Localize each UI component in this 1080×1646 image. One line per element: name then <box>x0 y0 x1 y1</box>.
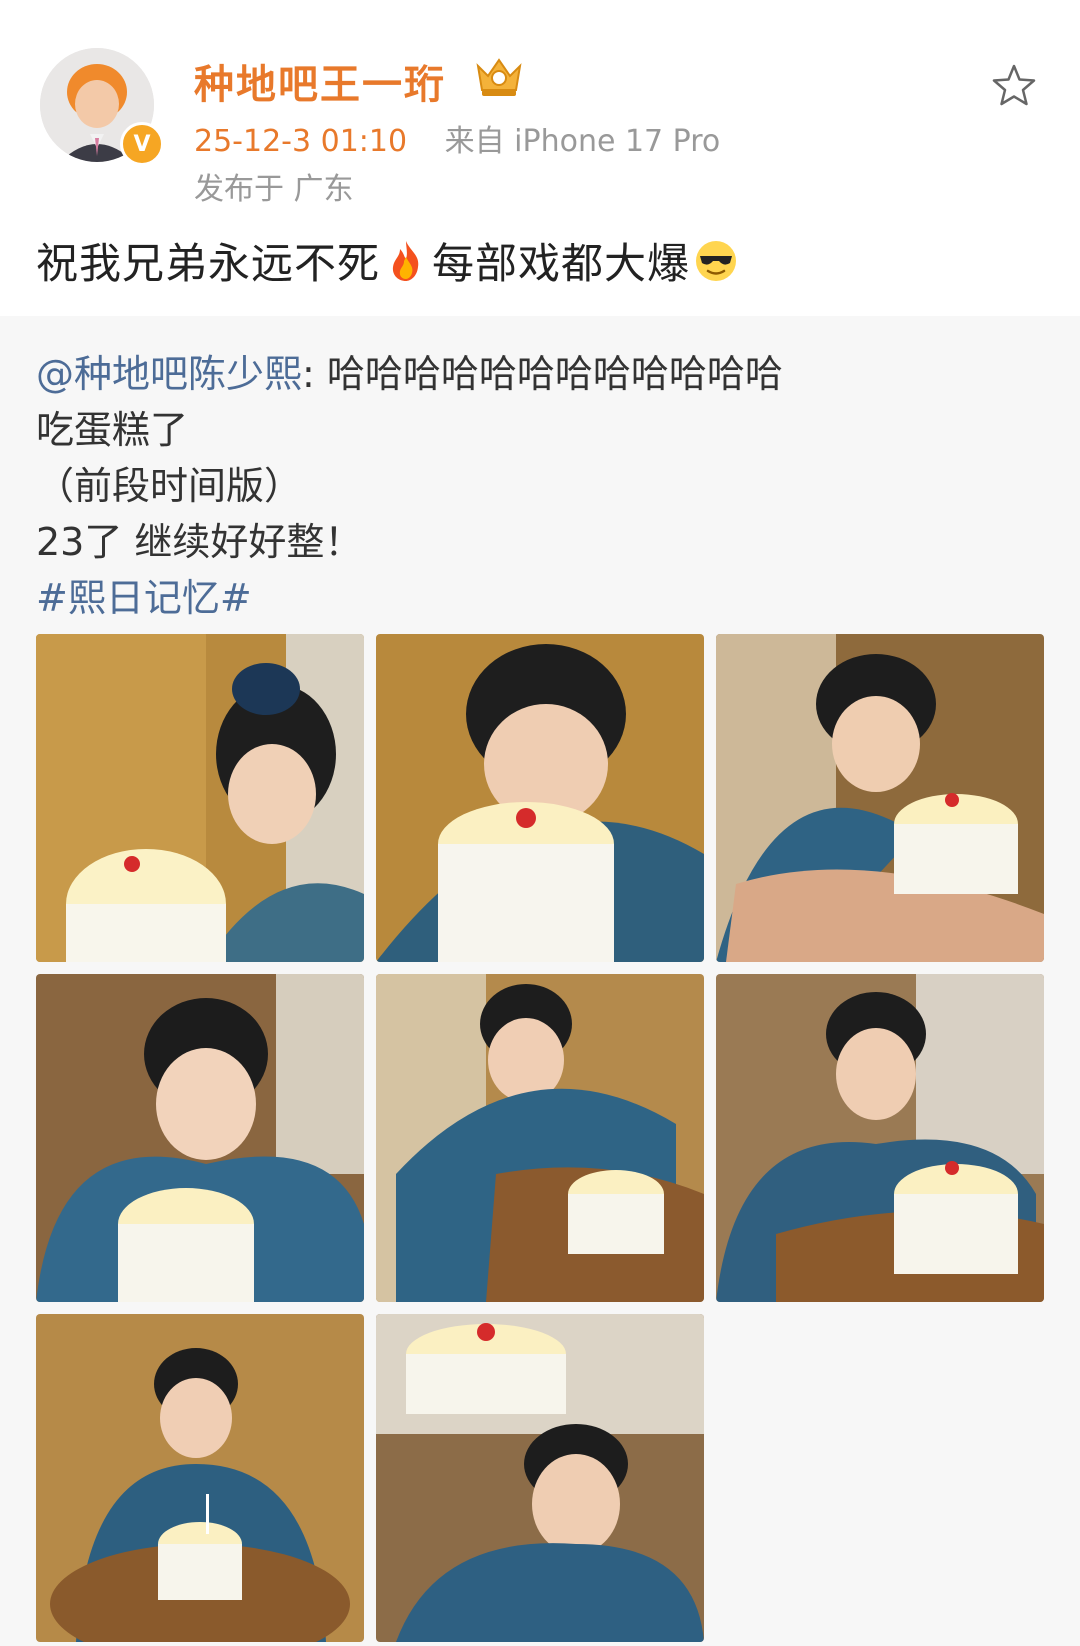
photo-thumbnail[interactable] <box>376 634 704 962</box>
repost-line-4: 23了 继续好好整！ <box>36 520 363 564</box>
sunglasses-emoji-icon <box>696 240 737 281</box>
mention-link[interactable]: @种地吧陈少熙 <box>36 352 302 396</box>
verified-badge-icon: V <box>120 122 164 166</box>
post-meta: 25-12-3 01:10 来自 iPhone 17 Pro <box>194 116 720 160</box>
repost-line-1: @种地吧陈少熙: 哈哈哈哈哈哈哈哈哈哈哈哈 <box>36 346 783 402</box>
star-outline-icon[interactable] <box>990 62 1038 110</box>
author-name[interactable]: 种地吧王一珩 <box>194 52 446 110</box>
fire-emoji-icon <box>392 240 419 281</box>
photo-thumbnail[interactable] <box>376 1314 704 1642</box>
reposted-content[interactable]: @种地吧陈少熙: 哈哈哈哈哈哈哈哈哈哈哈哈 吃蛋糕了 （前段时间版） 23了 继… <box>0 316 1080 1646</box>
weibo-post: V 种地吧王一珩 25-12-3 01:10 来自 iPhone 17 Pro … <box>0 0 1080 1646</box>
post-location: 发布于 广东 <box>194 172 354 207</box>
post-body: 祝我兄弟永远不死 每部戏都大爆 <box>36 230 738 291</box>
topic-link[interactable]: #熙日记忆# <box>36 570 783 626</box>
repost-text: @种地吧陈少熙: 哈哈哈哈哈哈哈哈哈哈哈哈 吃蛋糕了 （前段时间版） 23了 继… <box>36 346 783 626</box>
post-text-part1: 祝我兄弟永远不死 <box>36 239 381 288</box>
photo-thumbnail[interactable] <box>716 634 1044 962</box>
post-header: V 种地吧王一珩 25-12-3 01:10 来自 iPhone 17 Pro … <box>0 0 1080 316</box>
repost-line-2: 吃蛋糕了 <box>36 408 189 452</box>
repost-line-3: （前段时间版） <box>36 464 303 508</box>
crown-badge-icon[interactable] <box>472 52 526 98</box>
post-source: 来自 iPhone 17 Pro <box>444 124 721 159</box>
photo-thumbnail[interactable] <box>36 1314 364 1642</box>
post-time: 25-12-3 01:10 <box>194 124 408 159</box>
photo-thumbnail[interactable] <box>36 634 364 962</box>
photo-thumbnail[interactable] <box>36 974 364 1302</box>
post-text-part2: 每部戏都大爆 <box>432 239 691 288</box>
photo-thumbnail[interactable] <box>376 974 704 1302</box>
repost-line-1-rest: : 哈哈哈哈哈哈哈哈哈哈哈哈 <box>302 352 783 396</box>
photo-thumbnail[interactable] <box>716 974 1044 1302</box>
